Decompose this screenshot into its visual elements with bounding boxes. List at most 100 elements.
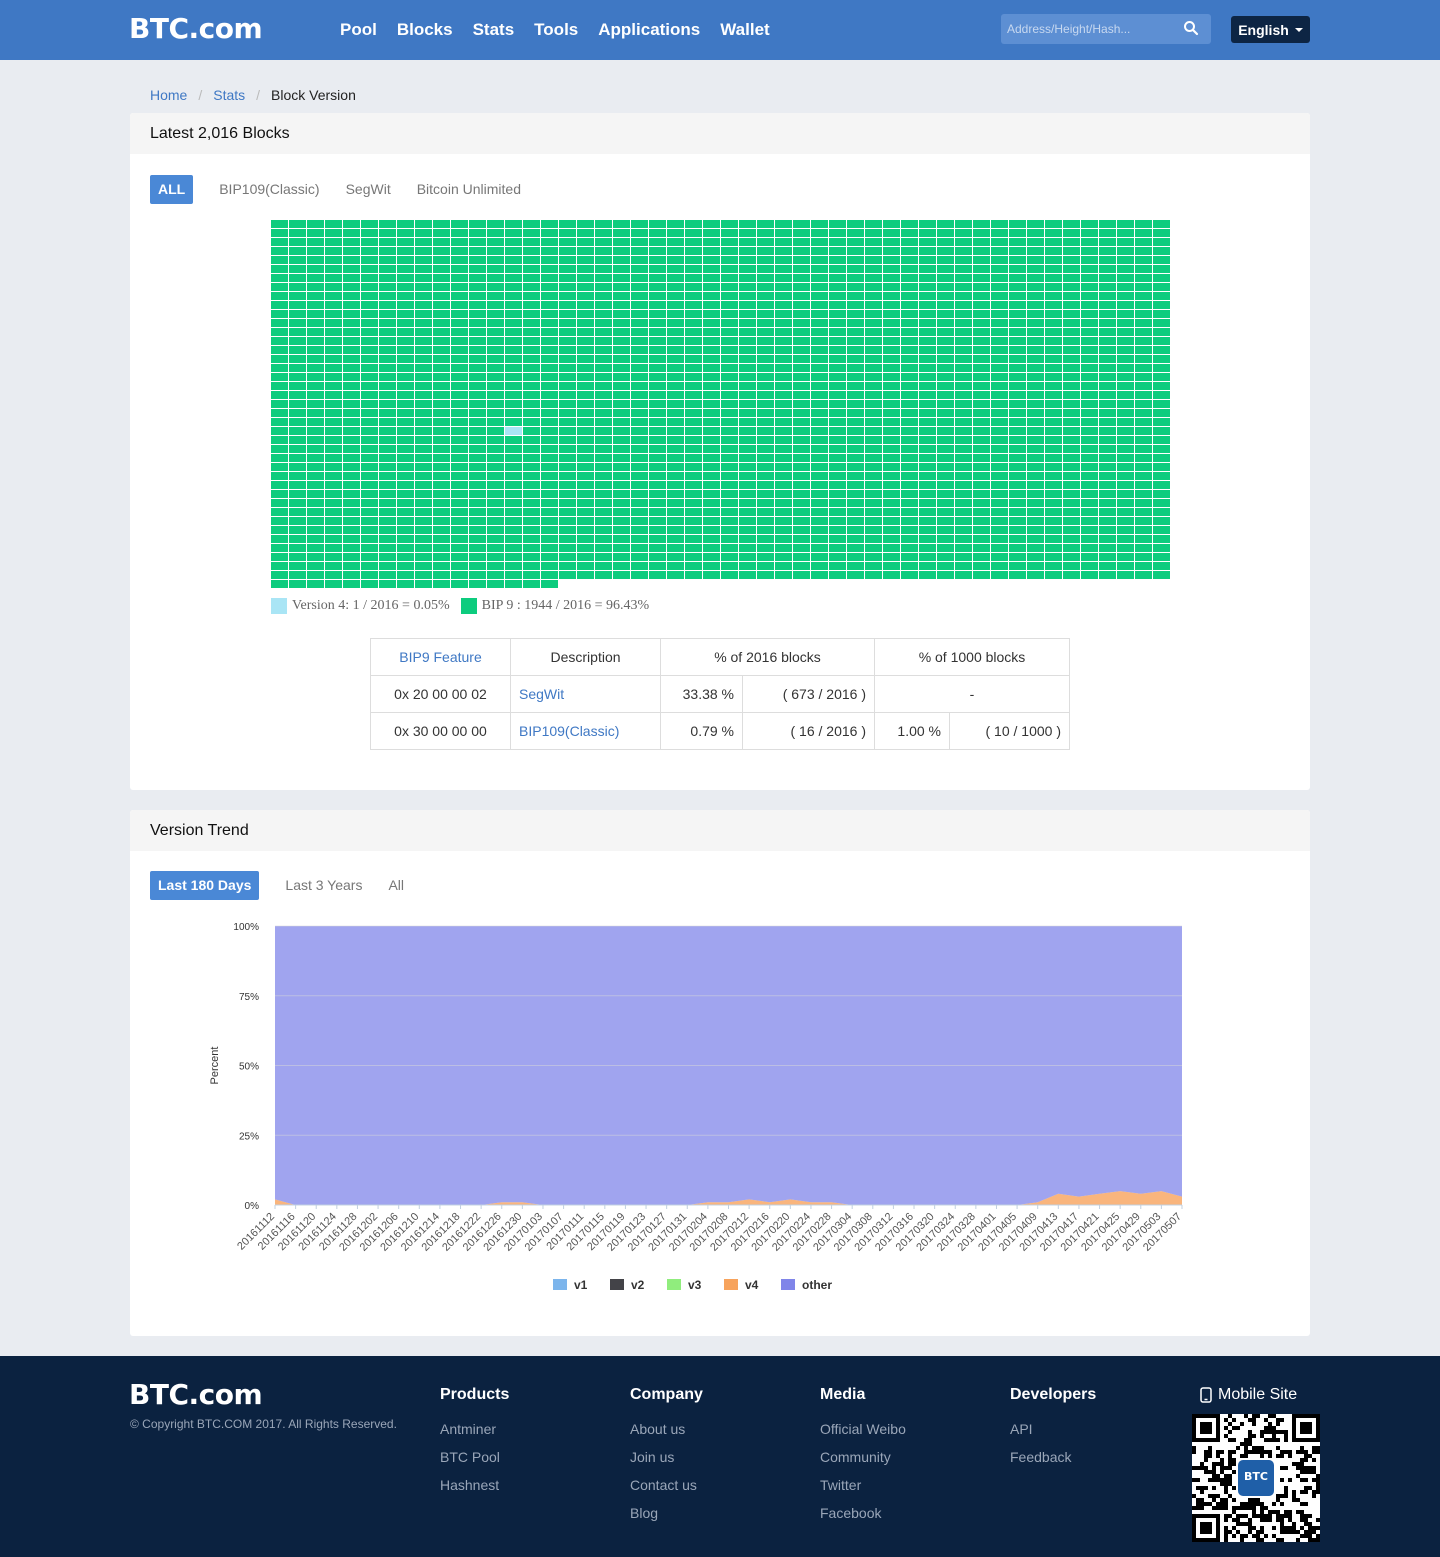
block-cell[interactable] bbox=[523, 481, 540, 489]
block-cell[interactable] bbox=[973, 337, 990, 345]
block-cell[interactable] bbox=[307, 238, 324, 246]
block-cell[interactable] bbox=[343, 265, 360, 273]
block-cell[interactable] bbox=[901, 463, 918, 471]
block-cell[interactable] bbox=[1099, 553, 1116, 561]
block-cell[interactable] bbox=[397, 391, 414, 399]
block-cell[interactable] bbox=[631, 508, 648, 516]
block-cell[interactable] bbox=[415, 265, 432, 273]
block-cell[interactable] bbox=[469, 319, 486, 327]
block-cell[interactable] bbox=[811, 220, 828, 228]
block-cell[interactable] bbox=[289, 436, 306, 444]
block-cell[interactable] bbox=[883, 292, 900, 300]
block-cell[interactable] bbox=[901, 499, 918, 507]
block-cell[interactable] bbox=[595, 526, 612, 534]
block-cell[interactable] bbox=[739, 400, 756, 408]
block-cell[interactable] bbox=[541, 445, 558, 453]
block-cell[interactable] bbox=[973, 562, 990, 570]
block-cell[interactable] bbox=[469, 544, 486, 552]
block-cell[interactable] bbox=[325, 400, 342, 408]
block-cell[interactable] bbox=[955, 490, 972, 498]
block-cell[interactable] bbox=[559, 427, 576, 435]
block-cell[interactable] bbox=[1117, 427, 1134, 435]
block-cell[interactable] bbox=[361, 355, 378, 363]
block-cell[interactable] bbox=[289, 310, 306, 318]
block-cell[interactable] bbox=[973, 238, 990, 246]
block-cell[interactable] bbox=[883, 256, 900, 264]
block-cell[interactable] bbox=[865, 535, 882, 543]
block-cell[interactable] bbox=[685, 238, 702, 246]
block-cell[interactable] bbox=[1135, 292, 1152, 300]
block-cell[interactable] bbox=[703, 391, 720, 399]
block-cell[interactable] bbox=[937, 301, 954, 309]
block-cell[interactable] bbox=[649, 274, 666, 282]
block-cell[interactable] bbox=[595, 490, 612, 498]
block-cell[interactable] bbox=[397, 427, 414, 435]
block-cell[interactable] bbox=[451, 256, 468, 264]
block-cell[interactable] bbox=[775, 526, 792, 534]
block-cell[interactable] bbox=[469, 346, 486, 354]
block-cell[interactable] bbox=[1009, 310, 1026, 318]
block-cell[interactable] bbox=[793, 247, 810, 255]
block-cell[interactable] bbox=[379, 283, 396, 291]
block-cell[interactable] bbox=[541, 463, 558, 471]
block-cell[interactable] bbox=[667, 436, 684, 444]
block-cell[interactable] bbox=[865, 319, 882, 327]
block-cell[interactable] bbox=[1027, 499, 1044, 507]
block-cell[interactable] bbox=[1135, 355, 1152, 363]
block-cell[interactable] bbox=[379, 247, 396, 255]
block-cell[interactable] bbox=[397, 256, 414, 264]
block-cell[interactable] bbox=[379, 373, 396, 381]
block-cell[interactable] bbox=[577, 364, 594, 372]
block-cell[interactable] bbox=[1027, 436, 1044, 444]
block-cell[interactable] bbox=[1009, 283, 1026, 291]
block-cell[interactable] bbox=[937, 553, 954, 561]
block-cell[interactable] bbox=[973, 274, 990, 282]
block-cell[interactable] bbox=[1045, 337, 1062, 345]
block-cell[interactable] bbox=[1009, 391, 1026, 399]
block-cell[interactable] bbox=[919, 310, 936, 318]
block-cell[interactable] bbox=[487, 382, 504, 390]
block-cell[interactable] bbox=[721, 373, 738, 381]
block-cell[interactable] bbox=[487, 274, 504, 282]
block-cell[interactable] bbox=[595, 265, 612, 273]
block-cell[interactable] bbox=[559, 346, 576, 354]
block-cell[interactable] bbox=[937, 562, 954, 570]
block-cell[interactable] bbox=[667, 355, 684, 363]
block-cell[interactable] bbox=[433, 337, 450, 345]
block-cell[interactable] bbox=[865, 355, 882, 363]
block-cell[interactable] bbox=[955, 544, 972, 552]
block-cell[interactable] bbox=[469, 382, 486, 390]
block-cell[interactable] bbox=[865, 481, 882, 489]
footer-link-join-us[interactable]: Join us bbox=[630, 1449, 703, 1477]
block-cell[interactable] bbox=[325, 436, 342, 444]
block-cell[interactable] bbox=[919, 355, 936, 363]
block-cell[interactable] bbox=[775, 418, 792, 426]
block-cell[interactable] bbox=[271, 220, 288, 228]
block-cell[interactable] bbox=[1099, 472, 1116, 480]
block-cell[interactable] bbox=[955, 463, 972, 471]
block-cell[interactable] bbox=[361, 562, 378, 570]
block-cell[interactable] bbox=[1081, 346, 1098, 354]
block-cell[interactable] bbox=[541, 409, 558, 417]
block-cell[interactable] bbox=[649, 544, 666, 552]
block-cell[interactable] bbox=[793, 256, 810, 264]
block-cell[interactable] bbox=[1153, 238, 1170, 246]
block-cell[interactable] bbox=[631, 490, 648, 498]
block-cell[interactable] bbox=[1081, 373, 1098, 381]
block-cell[interactable] bbox=[1063, 256, 1080, 264]
nav-link-tools[interactable]: Tools bbox=[534, 20, 578, 40]
block-cell[interactable] bbox=[325, 364, 342, 372]
block-cell[interactable] bbox=[271, 544, 288, 552]
block-cell[interactable] bbox=[469, 220, 486, 228]
block-cell[interactable] bbox=[973, 328, 990, 336]
bip9-feature-header-link[interactable]: BIP9 Feature bbox=[399, 649, 482, 665]
block-cell[interactable] bbox=[397, 310, 414, 318]
block-cell[interactable] bbox=[1063, 265, 1080, 273]
block-cell[interactable] bbox=[757, 508, 774, 516]
block-cell[interactable] bbox=[1063, 400, 1080, 408]
block-cell[interactable] bbox=[541, 553, 558, 561]
block-cell[interactable] bbox=[793, 391, 810, 399]
block-cell[interactable] bbox=[703, 265, 720, 273]
block-cell[interactable] bbox=[523, 490, 540, 498]
block-cell[interactable] bbox=[613, 418, 630, 426]
